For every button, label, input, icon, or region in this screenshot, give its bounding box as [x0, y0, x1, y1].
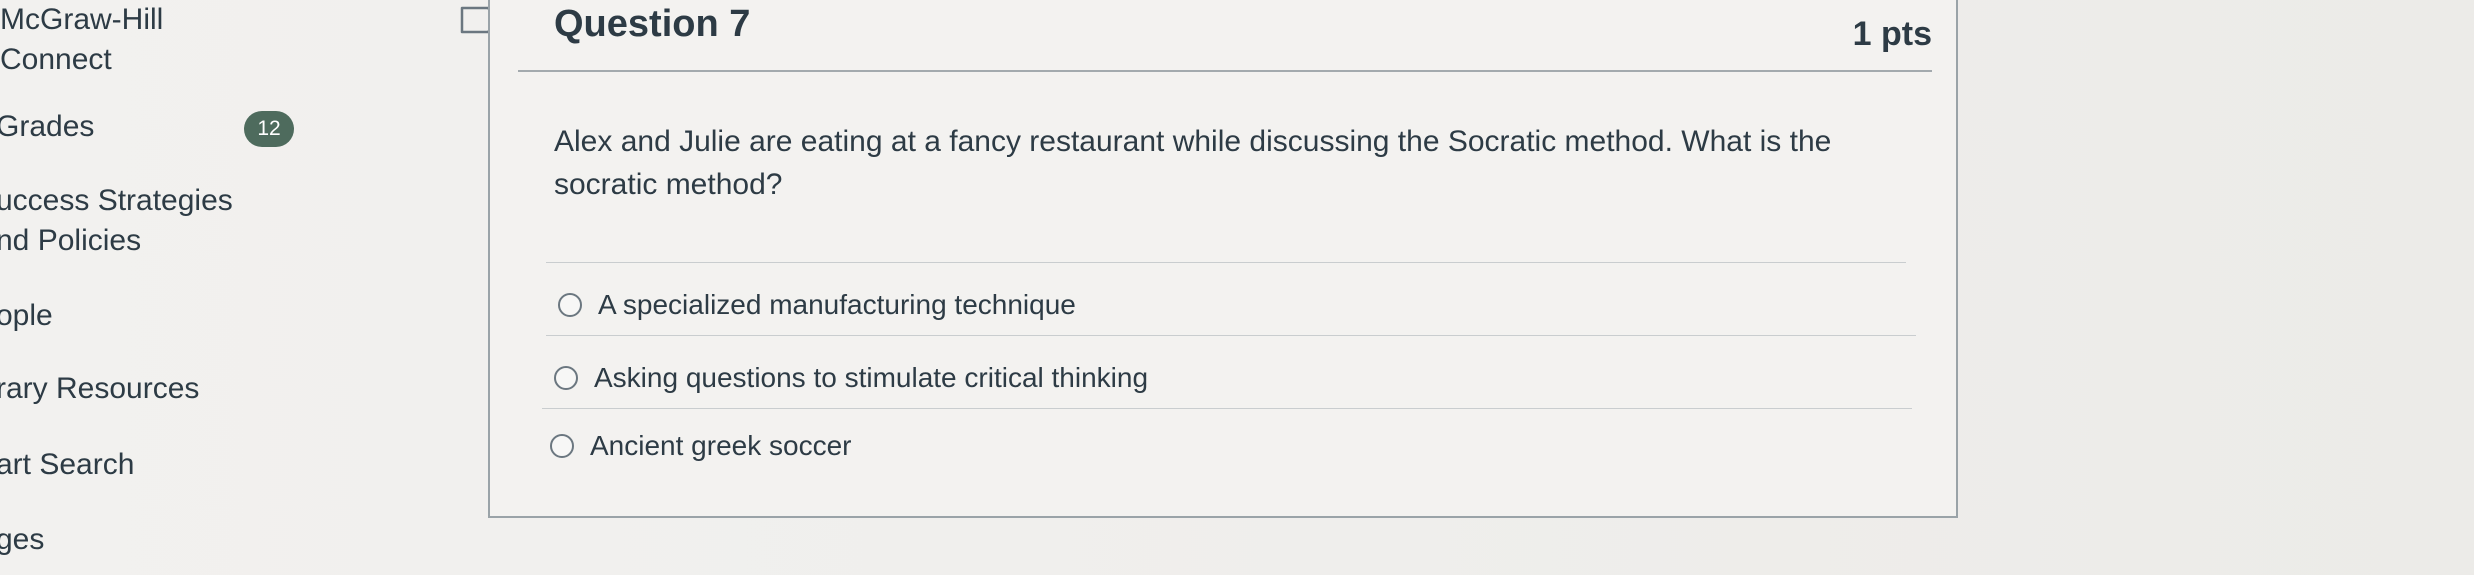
course-navigation: McGraw-Hill Connect Grades 12 uccess Str… — [0, 0, 330, 575]
nav-item-success-strategies[interactable]: uccess Strategies nd Policies — [0, 181, 233, 261]
question-header: Question 7 1 pts — [518, 0, 1932, 72]
radio-button[interactable] — [550, 434, 574, 458]
nav-item-people[interactable]: ople — [0, 296, 53, 336]
answer-label: Asking questions to stimulate critical t… — [594, 362, 1149, 393]
answer-label: A specialized manufacturing technique — [598, 289, 1076, 320]
question-card: Question 7 1 pts Alex and Julie are eati… — [488, 0, 1958, 518]
question-title: Question 7 — [554, 3, 751, 45]
answers-divider — [546, 262, 1906, 263]
question-text: Alex and Julie are eating at a fancy res… — [554, 125, 1832, 201]
divider — [542, 408, 1912, 409]
nav-item-library-resources[interactable]: rary Resources — [0, 369, 199, 409]
radio-button[interactable] — [558, 293, 582, 317]
grades-count-badge: 12 — [244, 111, 294, 147]
nav-label-line2: Connect — [0, 43, 112, 76]
question-points: 1 pts — [1852, 15, 1932, 53]
nav-item-grades[interactable]: Grades — [0, 107, 94, 147]
nav-label-line1: uccess Strategies — [0, 184, 233, 217]
answer-label: Ancient greek soccer — [590, 430, 852, 461]
nav-item-smart-search[interactable]: art Search — [0, 445, 134, 485]
divider — [546, 335, 1916, 336]
nav-item-pages[interactable]: ges — [0, 520, 44, 560]
nav-item-mcgraw-hill-connect[interactable]: McGraw-Hill Connect — [0, 0, 163, 80]
nav-label-line1: McGraw-Hill — [0, 3, 164, 36]
nav-label-line2: nd Policies — [0, 224, 142, 257]
radio-button[interactable] — [554, 366, 578, 390]
